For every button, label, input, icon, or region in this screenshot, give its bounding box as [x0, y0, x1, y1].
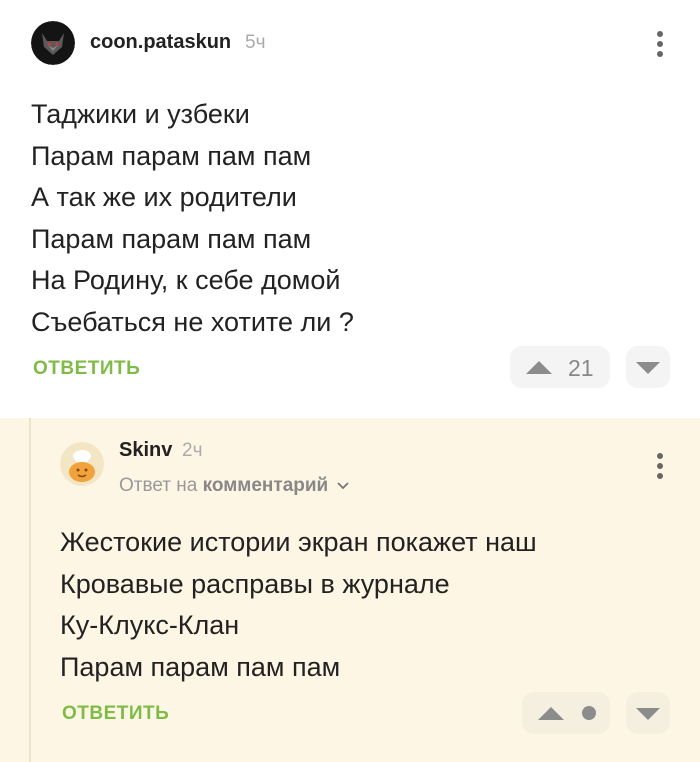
downvote-icon — [636, 708, 660, 720]
vote-box — [522, 692, 610, 734]
reply-button[interactable]: ОТВЕТИТЬ — [62, 703, 169, 725]
vote-box: 21 — [510, 346, 610, 388]
chevron-down-icon[interactable] — [336, 481, 350, 491]
comment-line: Жестокие истории экран покажет наш — [60, 527, 537, 557]
score-hidden-dot — [582, 706, 596, 720]
comment-line: Съебаться не хотите ли ? — [31, 306, 354, 337]
downvote-button[interactable] — [626, 692, 670, 734]
comment-time: 2ч — [182, 440, 203, 461]
comment-line: Парам парам пам пам — [60, 651, 341, 682]
comment-line: Таджики и узбеки — [31, 99, 250, 129]
reply-to-target[interactable]: комментарий — [203, 475, 329, 496]
comment-line: Парам парам пам пам — [31, 140, 312, 171]
reply-to-prefix: Ответ на — [119, 475, 198, 496]
thread-line[interactable] — [29, 418, 31, 762]
upvote-icon[interactable] — [526, 361, 552, 374]
more-vertical-icon[interactable] — [657, 453, 665, 483]
avatar[interactable] — [60, 442, 104, 486]
comment-line: Ку-Клукс-Клан — [60, 610, 240, 640]
chef-avatar-icon — [60, 442, 104, 486]
comment-body: Жестокие истории экран покажет наш Крова… — [60, 522, 537, 688]
comment-line: На Родину, к себе домой — [31, 265, 341, 295]
comment-body: Таджики и узбеки Парам парам пам пам А т… — [31, 94, 354, 343]
upvote-icon[interactable] — [538, 707, 564, 720]
wolf-avatar-icon — [31, 21, 75, 65]
comment-line: Парам парам пам пам — [31, 223, 312, 254]
reply-comment: Skinv 2ч Ответ на комментарий Жестокие и… — [0, 418, 700, 762]
reply-button[interactable]: ОТВЕТИТЬ — [33, 358, 140, 380]
author-name[interactable]: Skinv — [119, 439, 172, 462]
vote-score: 21 — [568, 355, 594, 381]
comment: coon.pataskun 5ч Таджики и узбеки Парам … — [0, 0, 700, 418]
more-vertical-icon[interactable] — [657, 31, 665, 61]
downvote-button[interactable] — [626, 346, 670, 388]
author-name[interactable]: coon.pataskun — [90, 31, 231, 54]
avatar[interactable] — [31, 21, 75, 65]
downvote-icon — [636, 362, 660, 374]
comment-line: А так же их родители — [31, 182, 297, 212]
comment-time: 5ч — [245, 32, 266, 53]
comment-line: Кровавые расправы в журнале — [60, 568, 450, 599]
reply-to-link[interactable]: Ответ на комментарий — [119, 475, 350, 497]
